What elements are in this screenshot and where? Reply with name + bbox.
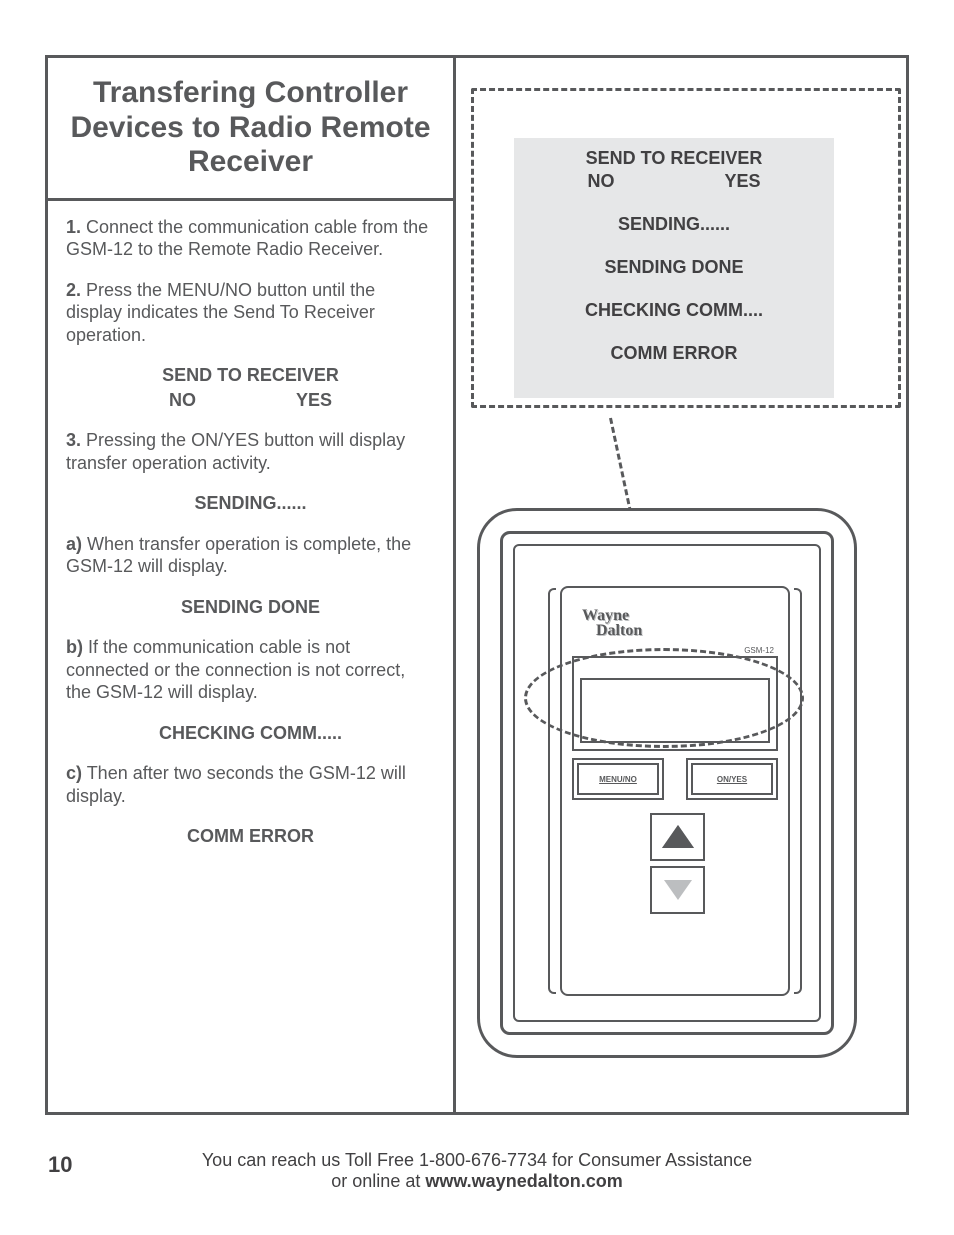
- title-box: Transfering Controller Devices to Radio …: [48, 58, 453, 201]
- step-2: 2. Press the MENU/NO button until the di…: [66, 279, 435, 347]
- triangle-down-icon: [664, 880, 692, 900]
- lcd-screen-enlarged: SEND TO RECEIVER NO YES SENDING...... SE…: [514, 138, 834, 398]
- device-bezel-outer: Wayne Dalton GSM-12 MENU/NO ON/YES: [500, 531, 834, 1035]
- step-1: 1. Connect the communication cable from …: [66, 216, 435, 261]
- display-checking-comm: CHECKING COMM.....: [66, 722, 435, 745]
- panel-rail-left: [548, 588, 556, 994]
- lcd-comm-error: COMM ERROR: [514, 343, 834, 364]
- device-illustration: Wayne Dalton GSM-12 MENU/NO ON/YES: [477, 508, 857, 1058]
- lcd-sending: SENDING......: [514, 214, 834, 235]
- right-column: SEND TO RECEIVER NO YES SENDING...... SE…: [459, 58, 909, 1112]
- on-yes-button[interactable]: ON/YES: [691, 763, 773, 795]
- display-sending: SENDING......: [66, 492, 435, 515]
- instruction-body: 1. Connect the communication cable from …: [48, 201, 453, 848]
- page-frame: Transfering Controller Devices to Radio …: [45, 55, 909, 1115]
- model-label: GSM-12: [744, 646, 774, 655]
- lcd-sending-done: SENDING DONE: [514, 257, 834, 278]
- footer: You can reach us Toll Free 1-800-676-773…: [0, 1150, 954, 1192]
- step-c: c) Then after two seconds the GSM-12 wil…: [66, 762, 435, 807]
- lcd-send-title: SEND TO RECEIVER: [514, 148, 834, 169]
- step-a: a) When transfer operation is complete, …: [66, 533, 435, 578]
- step-3: 3. Pressing the ON/YES button will displ…: [66, 429, 435, 474]
- display-yes: YES: [296, 389, 332, 412]
- lcd-checking: CHECKING COMM....: [514, 300, 834, 321]
- device-button-row: MENU/NO ON/YES: [577, 763, 773, 799]
- display-comm-error: COMM ERROR: [66, 825, 435, 848]
- callout-oval-small: [524, 648, 804, 748]
- brand-logo: Wayne Dalton: [582, 608, 642, 638]
- menu-no-button[interactable]: MENU/NO: [577, 763, 659, 795]
- arrow-down-button[interactable]: [650, 866, 705, 914]
- display-send-to-receiver: SEND TO RECEIVER NO YES: [66, 364, 435, 411]
- left-column: Transfering Controller Devices to Radio …: [48, 58, 456, 1112]
- display-sending-done: SENDING DONE: [66, 596, 435, 619]
- step-b: b) If the communication cable is not con…: [66, 636, 435, 704]
- lcd-yes: YES: [724, 171, 760, 192]
- device-bezel-inner: Wayne Dalton GSM-12 MENU/NO ON/YES: [513, 544, 821, 1022]
- footer-line-2: or online at www.waynedalton.com: [0, 1171, 954, 1192]
- panel-rail-right: [794, 588, 802, 994]
- arrow-up-button[interactable]: [650, 813, 705, 861]
- page-title: Transfering Controller Devices to Radio …: [58, 76, 443, 180]
- display-no: NO: [169, 389, 196, 412]
- triangle-up-icon: [664, 827, 692, 847]
- lcd-no: NO: [587, 171, 614, 192]
- footer-line-1: You can reach us Toll Free 1-800-676-773…: [0, 1150, 954, 1171]
